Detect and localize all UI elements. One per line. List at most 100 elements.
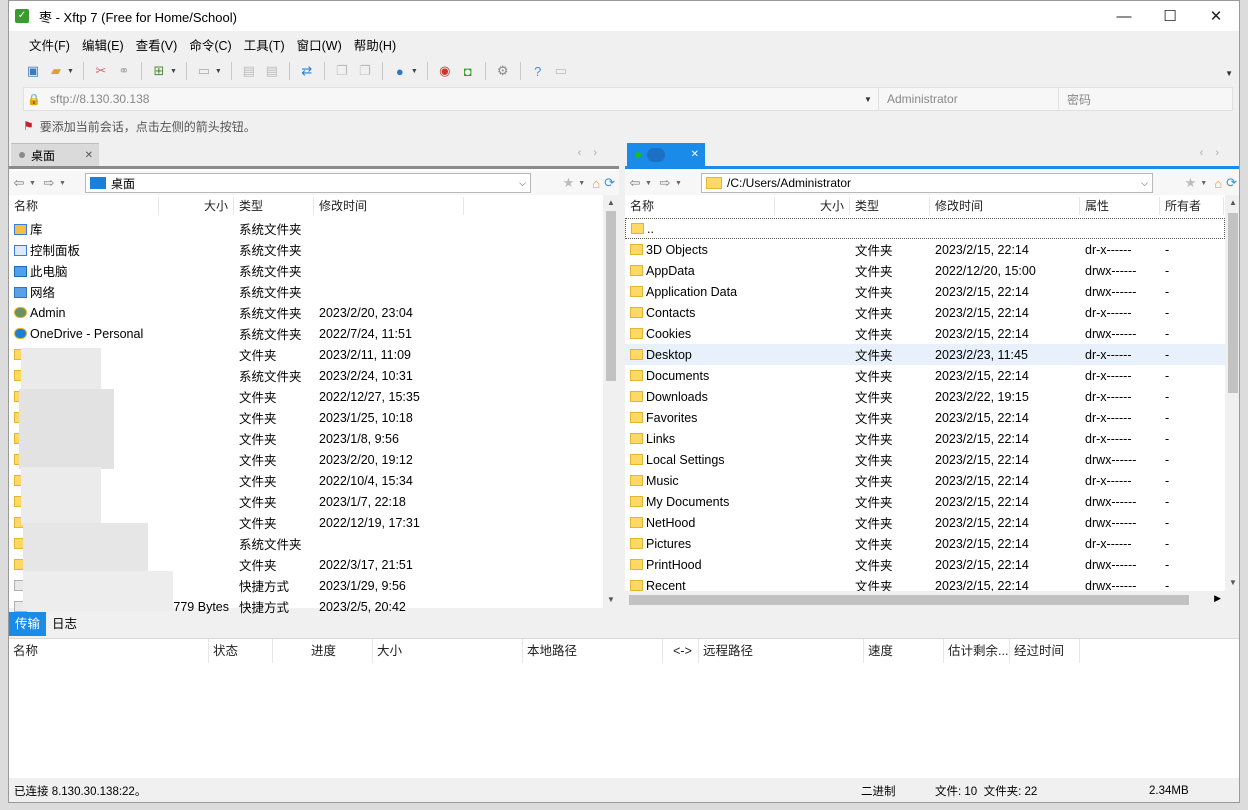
close-tab-icon[interactable]: ✕ <box>691 149 699 160</box>
password-input[interactable]: 密码 <box>1058 88 1232 110</box>
flag-icon[interactable]: ⚑ <box>23 119 34 133</box>
col-eta[interactable]: 估计剩余... <box>944 639 1010 663</box>
copy-icon[interactable]: ❐ <box>332 61 352 81</box>
col-direction[interactable]: <-> <box>663 639 699 663</box>
menu-command[interactable]: 命令(C) <box>183 35 237 54</box>
table-row[interactable]: NetHood 文件夹 2023/2/15, 22:14 drwx------ - <box>625 512 1225 533</box>
help-icon[interactable]: ? <box>528 61 548 81</box>
minimize-button[interactable]: — <box>1101 1 1147 31</box>
scroll-right-icon[interactable]: ▶ <box>1214 593 1221 604</box>
local-path-input[interactable]: 桌面 ⌵ <box>85 173 531 193</box>
xshell-icon[interactable]: ◉ <box>435 61 455 81</box>
new-tab-caret[interactable]: ▼ <box>170 68 177 75</box>
remote-hscroll[interactable]: ▶ <box>625 591 1239 608</box>
username-input[interactable]: Administrator <box>878 88 1058 110</box>
local-scroll-thumb[interactable] <box>606 211 616 381</box>
back-caret[interactable]: ▼ <box>645 180 655 187</box>
menu-view[interactable]: 查看(V) <box>130 35 184 54</box>
col-size[interactable]: 大小 <box>775 197 850 215</box>
path-dropdown-caret[interactable]: ⌵ <box>519 178 526 189</box>
bookmark-icon[interactable]: ★ <box>1185 175 1197 191</box>
forward-icon[interactable]: ⇨ <box>655 175 675 191</box>
upload-icon[interactable]: ▤ <box>239 61 259 81</box>
remote-vscroll[interactable]: ▲ ▼ <box>1225 195 1239 591</box>
col-speed[interactable]: 速度 <box>864 639 944 663</box>
table-row[interactable]: Links 文件夹 2023/2/15, 22:14 dr-x------ - <box>625 428 1225 449</box>
tab-scroll-arrows[interactable]: ‹› <box>1200 147 1231 159</box>
col-name[interactable]: 名称 <box>625 197 775 215</box>
table-row[interactable]: OneDrive - Personal 系统文件夹 2022/7/24, 11:51 <box>9 323 619 344</box>
chat-icon[interactable]: ▭ <box>551 61 571 81</box>
table-row[interactable]: Pictures 文件夹 2023/2/15, 22:14 dr-x------ - <box>625 533 1225 554</box>
new-session-icon[interactable]: ▣ <box>23 61 43 81</box>
menu-help[interactable]: 帮助(H) <box>348 35 402 54</box>
scroll-down-icon[interactable]: ▼ <box>603 592 619 608</box>
forward-icon[interactable]: ⇨ <box>39 175 59 191</box>
globe-caret[interactable]: ▼ <box>411 68 418 75</box>
table-row[interactable]: PrintHood 文件夹 2023/2/15, 22:14 drwx------ - <box>625 554 1225 575</box>
table-row[interactable]: Favorites 文件夹 2023/2/15, 22:14 dr-x------ - <box>625 407 1225 428</box>
remote-scroll-thumb[interactable] <box>1228 213 1238 393</box>
view-icon[interactable]: ▭ <box>194 61 214 81</box>
tab-remote-session[interactable]: ✕ <box>627 143 705 166</box>
gear-icon[interactable]: ⚙ <box>493 61 513 81</box>
table-row[interactable]: 控制面板 系统文件夹 <box>9 239 619 260</box>
scroll-up-icon[interactable]: ▲ <box>1225 195 1239 211</box>
forward-caret[interactable]: ▼ <box>675 180 685 187</box>
table-row[interactable]: Local Settings 文件夹 2023/2/15, 22:14 drwx---… <box>625 449 1225 470</box>
table-row[interactable]: 网络 系统文件夹 <box>9 281 619 302</box>
scroll-up-icon[interactable]: ▲ <box>603 195 619 211</box>
transfer-mode[interactable]: 二进制 <box>861 783 896 799</box>
xftp-new-icon[interactable]: ◘ <box>458 61 478 81</box>
local-vscroll[interactable]: ▲ ▼ <box>603 195 619 608</box>
open-folder-icon[interactable]: ▰ <box>46 61 66 81</box>
refresh-icon[interactable]: ⟳ <box>604 175 615 191</box>
toolbar-overflow-caret[interactable]: ▼ <box>1225 69 1233 78</box>
close-tab-icon[interactable]: ✕ <box>85 150 93 161</box>
table-row[interactable]: Cookies 文件夹 2023/2/15, 22:14 drwx------ - <box>625 323 1225 344</box>
table-row[interactable]: Admin 系统文件夹 2023/2/20, 23:04 <box>9 302 619 323</box>
col-owner[interactable]: 所有者 <box>1160 197 1224 215</box>
reconnect-icon[interactable]: ⚭ <box>114 61 134 81</box>
table-row[interactable]: AppData 文件夹 2022/12/20, 15:00 drwx------ - <box>625 260 1225 281</box>
path-dropdown-caret[interactable]: ⌵ <box>1141 178 1148 189</box>
bookmark-caret[interactable]: ▼ <box>1200 180 1210 187</box>
back-icon[interactable]: ⇦ <box>625 175 645 191</box>
disconnect-icon[interactable]: ✂ <box>91 61 111 81</box>
close-button[interactable]: ✕ <box>1193 1 1239 31</box>
col-local-path[interactable]: 本地路径 <box>523 639 663 663</box>
table-row[interactable]: Downloads 文件夹 2023/2/22, 19:15 dr-x------ - <box>625 386 1225 407</box>
view-caret[interactable]: ▼ <box>215 68 222 75</box>
col-attr[interactable]: 属性 <box>1080 197 1160 215</box>
bookmark-icon[interactable]: ★ <box>563 175 575 191</box>
table-row[interactable]: Desktop 文件夹 2023/2/23, 11:45 dr-x------ - <box>625 344 1225 365</box>
remote-path-input[interactable]: /C:/Users/Administrator ⌵ <box>701 173 1153 193</box>
home-icon[interactable]: ⌂ <box>592 176 600 191</box>
back-caret[interactable]: ▼ <box>29 180 39 187</box>
col-progress[interactable]: 进度 <box>273 639 373 663</box>
col-size[interactable]: 大小 <box>373 639 523 663</box>
remote-hscroll-thumb[interactable] <box>629 595 1189 605</box>
tab-log[interactable]: 日志 <box>46 612 83 636</box>
col-modified[interactable]: 修改时间 <box>930 197 1080 215</box>
open-dropdown-caret[interactable]: ▼ <box>67 68 74 75</box>
col-status[interactable]: 状态 <box>209 639 273 663</box>
menu-file[interactable]: 文件(F) <box>23 35 76 54</box>
menu-window[interactable]: 窗口(W) <box>291 35 348 54</box>
sync-icon[interactable]: ⇄ <box>297 61 317 81</box>
table-row[interactable]: Application Data 文件夹 2023/2/15, 22:14 drwx-… <box>625 281 1225 302</box>
tab-scroll-arrows[interactable]: ‹› <box>578 147 609 159</box>
table-row[interactable]: My Documents 文件夹 2023/2/15, 22:14 drwx-----… <box>625 491 1225 512</box>
host-input[interactable]: sftp://8.130.30.138 <box>44 92 864 106</box>
globe-icon[interactable]: ● <box>390 61 410 81</box>
col-remote-path[interactable]: 远程路径 <box>699 639 864 663</box>
new-tab-icon[interactable]: ⊞ <box>149 61 169 81</box>
table-row[interactable]: Contacts 文件夹 2023/2/15, 22:14 dr-x------ - <box>625 302 1225 323</box>
col-type[interactable]: 类型 <box>234 197 314 215</box>
col-name[interactable]: 名称 <box>9 639 209 663</box>
forward-caret[interactable]: ▼ <box>59 180 69 187</box>
menu-tools[interactable]: 工具(T) <box>238 35 291 54</box>
download-icon[interactable]: ▤ <box>262 61 282 81</box>
col-name[interactable]: 名称 <box>9 197 159 215</box>
refresh-icon[interactable]: ⟳ <box>1226 175 1237 191</box>
